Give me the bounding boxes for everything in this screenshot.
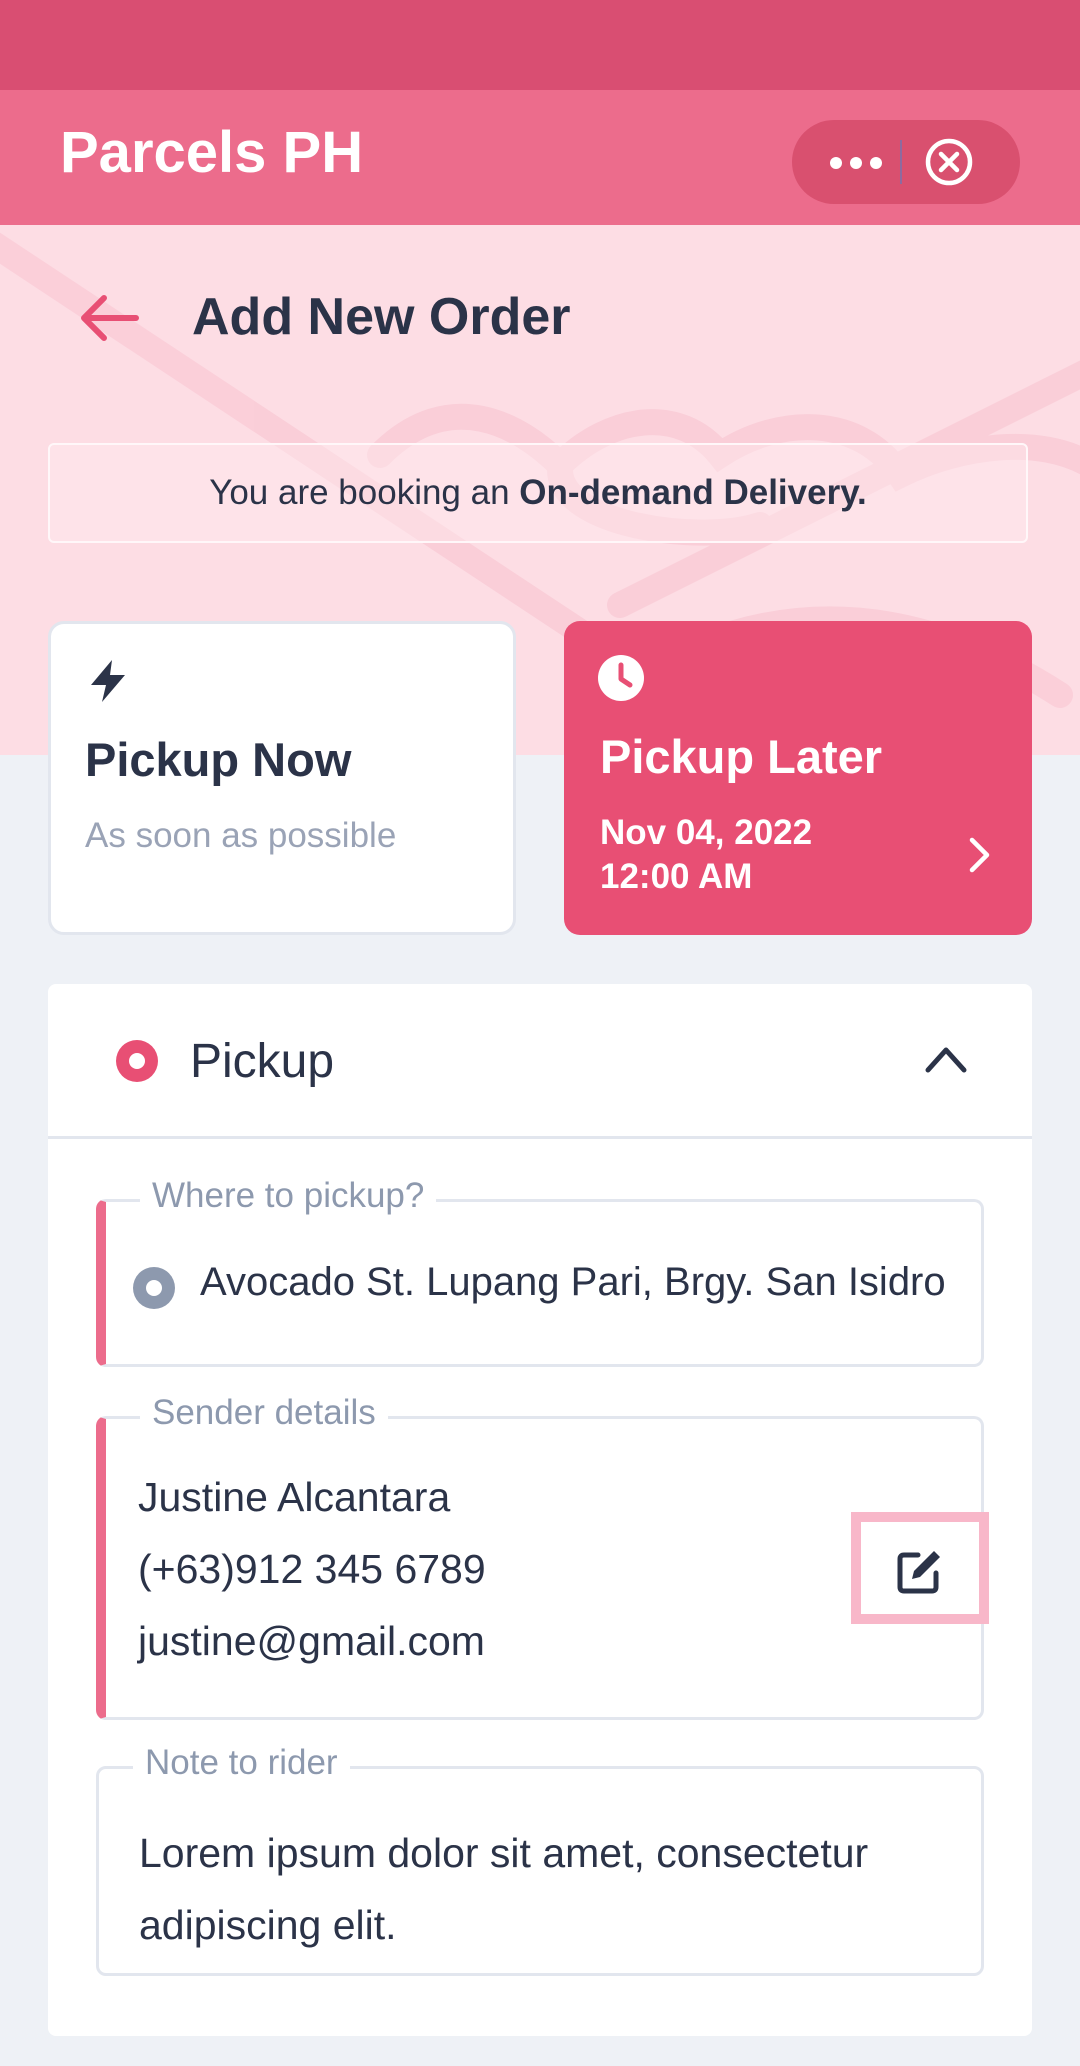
page-title: Add New Order: [192, 288, 571, 346]
notice-text: You are booking an: [209, 473, 520, 512]
app-title: Parcels PH: [60, 120, 364, 185]
pickup-section-title: Pickup: [190, 1035, 335, 1088]
booking-type-notice: You are booking an On-demand Delivery.: [48, 443, 1028, 543]
sender-email: justine@gmail.com: [138, 1618, 485, 1664]
pickup-later-card[interactable]: Pickup Later Nov 04, 2022 12:00 AM: [564, 621, 1032, 935]
lightning-icon: [91, 660, 125, 702]
pickup-location-field[interactable]: Where to pickup? Avocado St. Lupang Pari…: [96, 1176, 984, 1367]
sender-name: Justine Alcantara: [138, 1474, 451, 1520]
chevron-up-icon[interactable]: [924, 1044, 968, 1074]
pickup-later-time: 12:00 AM: [600, 857, 753, 896]
capsule-divider: [900, 140, 902, 184]
pickup-now-card[interactable]: Pickup Now As soon as possible: [48, 621, 516, 935]
sender-details-field: Sender details Justine Alcantara (+63)91…: [96, 1393, 989, 1720]
notice-delivery-type: On-demand Delivery.: [519, 473, 867, 512]
app-bar: Parcels PH: [0, 90, 1080, 225]
pickup-location-label: Where to pickup?: [140, 1176, 437, 1216]
sender-details-label: Sender details: [140, 1393, 388, 1433]
pickup-marker-icon: [116, 1040, 158, 1082]
more-horizontal-icon[interactable]: [814, 120, 898, 204]
edit-icon: [897, 1551, 940, 1594]
edit-sender-button[interactable]: [851, 1512, 989, 1624]
note-to-rider-field[interactable]: Note to rider Lorem ipsum dolor sit amet…: [96, 1743, 984, 1976]
location-marker-icon: [133, 1267, 175, 1309]
pickup-later-date: Nov 04, 2022: [600, 813, 813, 852]
pickup-section: Pickup Where to pickup? Avocado St. Lupa…: [48, 984, 1032, 2036]
pickup-now-subtitle: As soon as possible: [85, 816, 397, 855]
note-to-rider-value: Lorem ipsum dolor sit amet, consectetur …: [139, 1830, 869, 1948]
arrow-left-icon[interactable]: [78, 293, 140, 343]
close-circle-icon[interactable]: [924, 137, 974, 187]
chevron-right-icon: [969, 837, 990, 873]
pickup-later-datetime: Nov 04, 2022 12:00 AM: [600, 811, 812, 899]
sender-phone: (+63)912 345 6789: [138, 1546, 486, 1592]
clock-icon: [598, 655, 644, 701]
note-to-rider-label: Note to rider: [133, 1743, 350, 1783]
mini-program-capsule: [792, 120, 1020, 204]
pickup-now-title: Pickup Now: [85, 733, 352, 786]
pickup-later-title: Pickup Later: [600, 730, 883, 783]
pickup-section-header[interactable]: Pickup: [48, 984, 1032, 1139]
pickup-location-value: Avocado St. Lupang Pari, Brgy. San Isidr…: [200, 1260, 946, 1304]
status-bar: [0, 0, 1080, 90]
